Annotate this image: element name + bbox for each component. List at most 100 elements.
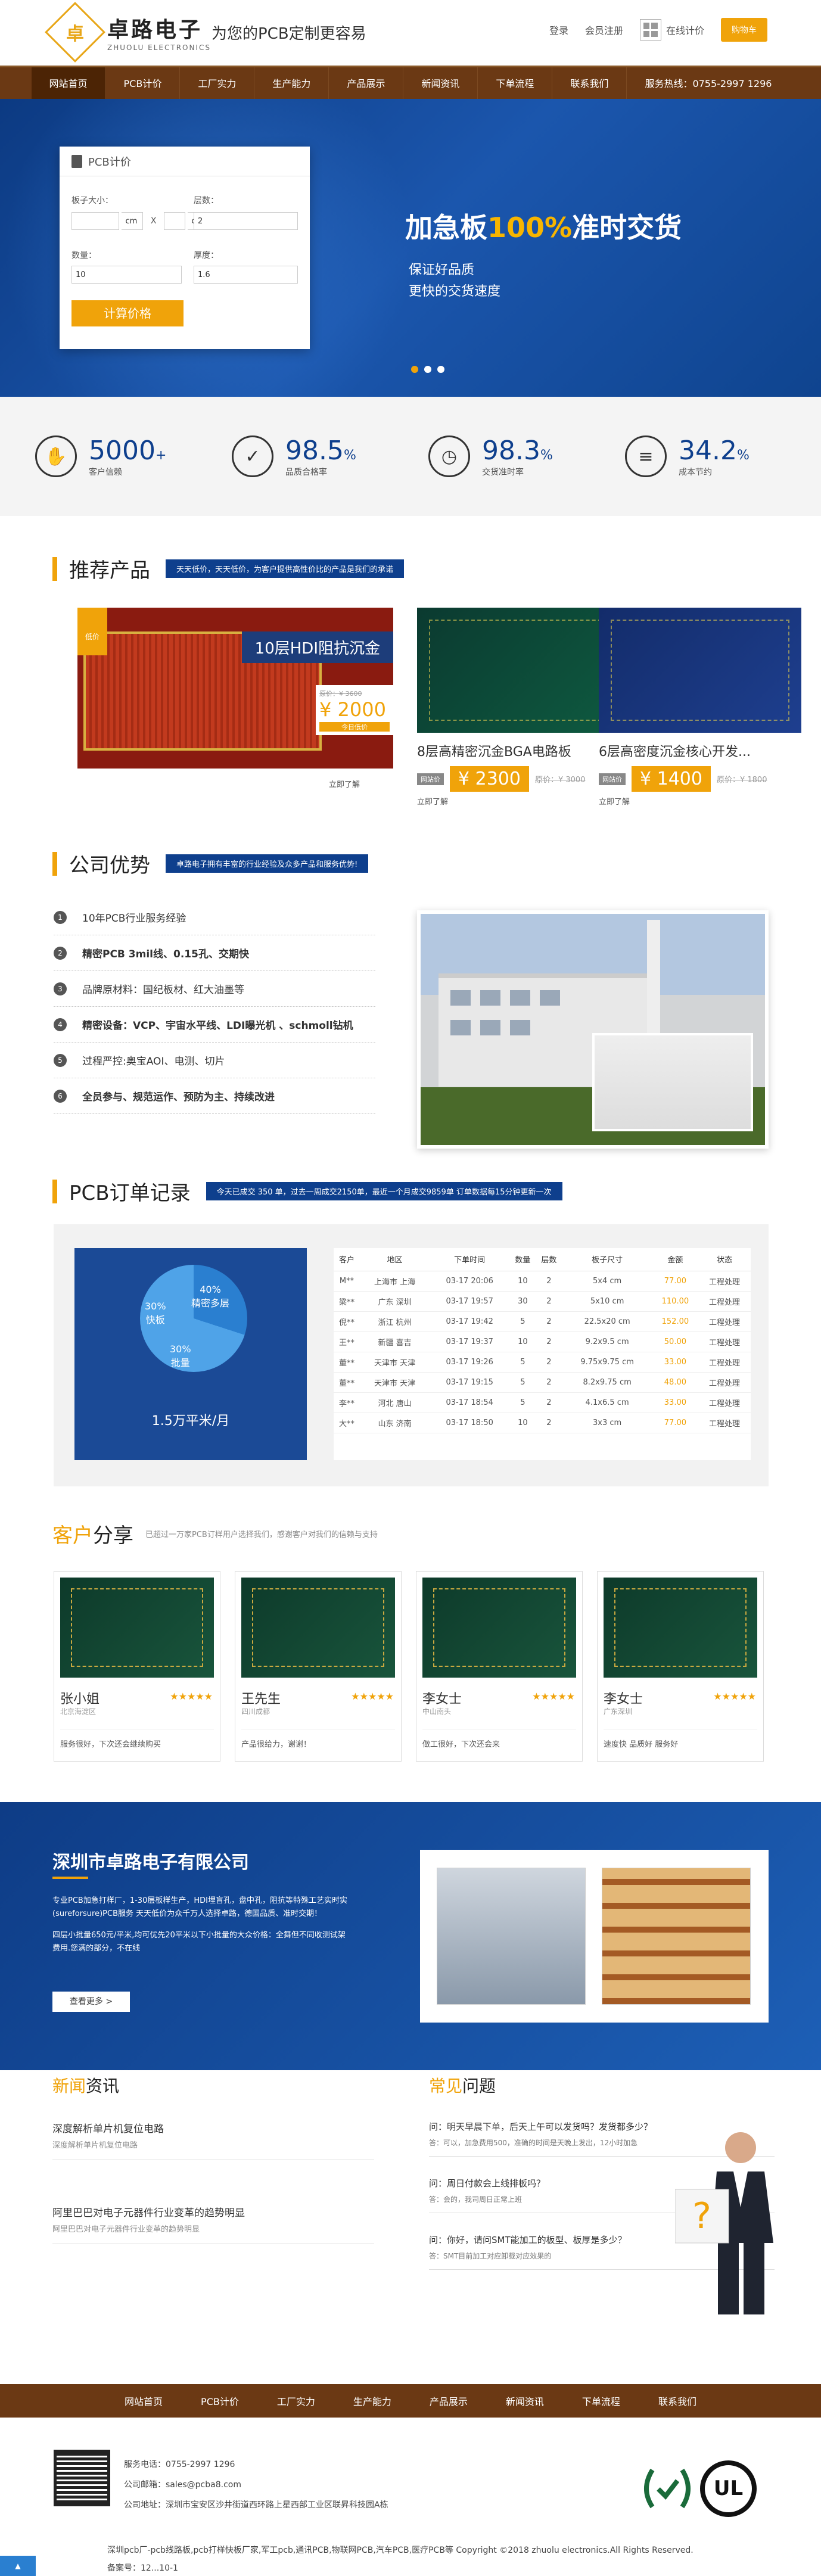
register-link[interactable]: 会员注册: [585, 23, 623, 37]
nav-item-news[interactable]: 新闻资讯: [403, 67, 478, 101]
logo-en: ZHUOLU ELECTRONICS: [107, 43, 212, 52]
product-details-link[interactable]: 立即了解: [417, 795, 620, 807]
customer-comment: 做工很好，下次还会来: [422, 1729, 576, 1749]
banner-dot[interactable]: [437, 366, 444, 373]
stat-value: 98.3: [482, 435, 540, 466]
news-item[interactable]: 深度解析单片机复位电路 深度解析单片机复位电路: [52, 2112, 374, 2160]
certification-laurel-icon: [644, 2468, 691, 2509]
customer-review-card[interactable]: 李女士 ★★★★★ 广东深圳 速度快 品质好 服务好: [597, 1571, 764, 1762]
stat-value: 98.5: [285, 435, 344, 466]
table-cell: 48.00: [652, 1372, 698, 1393]
table-row: M** 上海市 上海 03-17 20:06 10 2 5x4 cm 77.00 工程处理: [334, 1271, 751, 1292]
logo[interactable]: 卓 卓路电子 ZHUOLU ELECTRONICS: [45, 2, 212, 63]
table-cell: 河北 唐山: [360, 1392, 430, 1413]
section-tag: 已超过一万家PCB订样用户选择我们，感谢客户对我们的信赖与支持: [145, 1530, 378, 1539]
table-cell: 50.00: [652, 1331, 698, 1352]
news-item[interactable]: 阿里巴巴对电子元器件行业变革的趋势明显 阿里巴巴对电子元器件行业变革的趋势明显: [52, 2196, 374, 2244]
capacity-pie: 30% 快板 40% 精密多层 30% 批量 1.5万平米/月: [74, 1248, 307, 1460]
customer-pcb-image: [241, 1578, 395, 1678]
online-quote-link[interactable]: 在线计价: [639, 19, 704, 41]
table-header: 地区: [360, 1248, 430, 1271]
product-details-link[interactable]: 立即了解: [599, 795, 801, 807]
nav-item-products[interactable]: 产品展示: [329, 67, 404, 101]
stat-item: ✓ 98.5% 品质合格率: [232, 435, 393, 478]
table-cell: 工程处理: [698, 1291, 751, 1312]
table-cell: 03-17 19:37: [430, 1331, 510, 1352]
stat-label: 客户信赖: [89, 467, 122, 477]
product-image: [599, 608, 801, 733]
layers-select[interactable]: 2: [194, 212, 298, 230]
nav-item-home[interactable]: 网站首页: [31, 67, 106, 101]
product-card[interactable]: 6层高密度沉金核心开发... 网站价 ¥ 1400 原价：¥ 1800 立即了解: [599, 608, 801, 807]
customer-location: 中山南头: [422, 1707, 452, 1716]
product-name: 8层高精密沉金BGA电路板: [417, 745, 571, 760]
table-cell: 上海市 上海: [360, 1271, 430, 1292]
table-cell: 工程处理: [698, 1271, 751, 1292]
thickness-select[interactable]: 1.6: [194, 266, 298, 284]
table-cell: 03-17 19:26: [430, 1352, 510, 1373]
company-intro: 深圳市卓路电子有限公司 专业PCB加急打样厂，1-30层板样生产，HDI埋盲孔，…: [0, 1802, 821, 2070]
banner-dot[interactable]: [424, 366, 431, 373]
nav-item-order-process[interactable]: 下单流程: [478, 67, 553, 101]
footer-nav-item[interactable]: 生产能力: [334, 2394, 410, 2408]
back-to-top-button[interactable]: ▲: [0, 2556, 36, 2576]
footer-nav-item[interactable]: 网站首页: [105, 2394, 182, 2408]
table-cell: 广东 深圳: [360, 1291, 430, 1312]
footer-nav-item[interactable]: PCB计价: [182, 2394, 258, 2408]
table-cell: 5: [509, 1372, 536, 1393]
featured-product[interactable]: 10层HDI阻抗沉金 低价 原价：¥ 3600 ¥ 2000 今日低价: [77, 608, 393, 769]
advantage-item: 1 10年PCB行业服务经验: [54, 900, 375, 935]
footer-email[interactable]: 公司邮箱：sales@pcba8.com: [124, 2475, 388, 2495]
footer-nav-item[interactable]: 下单流程: [563, 2394, 639, 2408]
quantity-select[interactable]: 10: [71, 266, 182, 284]
view-more-button[interactable]: 查看更多 >: [52, 1992, 130, 2012]
size-width-unit: cm: [122, 212, 144, 230]
featured-details-link[interactable]: 立即了解: [329, 778, 360, 789]
logo-mark: 卓: [45, 2, 105, 63]
footer-nav-item[interactable]: 新闻资讯: [487, 2394, 563, 2408]
featured-price-box: 原价：¥ 3600 ¥ 2000 今日低价: [316, 685, 393, 735]
clock-icon: ◷: [428, 435, 470, 477]
cart-button[interactable]: 购物车: [721, 18, 767, 42]
customer-review-card[interactable]: 王先生 ★★★★★ 四川成都 产品很给力，谢谢！: [235, 1571, 402, 1762]
qr-code: [54, 2450, 110, 2506]
login-link[interactable]: 登录: [549, 23, 568, 37]
product-card[interactable]: 8层高精密沉金BGA电路板 网站价 ¥ 2300 原价：¥ 3000 立即了解: [417, 608, 620, 807]
nav-item-contact[interactable]: 联系我们: [552, 67, 627, 101]
size-height-input[interactable]: [163, 212, 185, 230]
logo-name: 卓路电子: [107, 18, 203, 42]
header: 卓 卓路电子 ZHUOLU ELECTRONICS 为您的PCB定制更容易 登录…: [0, 0, 821, 66]
table-cell: 2: [536, 1271, 562, 1292]
nav-item-capability[interactable]: 生产能力: [254, 67, 329, 101]
hero-banner: PCB计价 板子大小： cm X cm 层数： 2 数量： 10 厚度： 1.6…: [0, 99, 821, 397]
table-cell: 10: [509, 1271, 536, 1292]
size-width-input[interactable]: [71, 212, 119, 230]
calculate-price-button[interactable]: 计算价格: [71, 300, 184, 326]
footer-nav-item[interactable]: 联系我们: [639, 2394, 716, 2408]
stat-item: ≡ 34.2% 成本节约: [625, 435, 786, 478]
icp-number: 备案号：12...10-1: [107, 2563, 178, 2573]
table-cell: 5x4 cm: [562, 1271, 652, 1292]
banner-dot[interactable]: [411, 366, 418, 373]
nav-item-pcb-quote[interactable]: PCB计价: [106, 67, 181, 101]
ul-certification-icon: UL: [700, 2460, 757, 2517]
recommend-heading: 推荐产品 天天低价，天天低价，为客户提供高性价比的产品是我们的承诺: [52, 554, 405, 583]
shield-icon: ✓: [232, 435, 273, 477]
table-header: 层数: [536, 1248, 562, 1271]
low-price-badge: 低价: [77, 608, 107, 655]
customer-review-card[interactable]: 张小姐 ★★★★★ 北京海淀区 服务很好，下次还会继续购买: [54, 1571, 220, 1762]
featured-product-image: 10层HDI阻抗沉金 低价 原价：¥ 3600 ¥ 2000 今日低价: [77, 608, 393, 769]
table-cell: 152.00: [652, 1311, 698, 1332]
table-cell: 9.75x9.75 cm: [562, 1352, 652, 1373]
footer-nav-item[interactable]: 产品展示: [410, 2394, 487, 2408]
nav-item-factory[interactable]: 工厂实力: [180, 67, 255, 101]
section-title: 公司优势: [69, 854, 150, 878]
footer-nav-item[interactable]: 工厂实力: [258, 2394, 334, 2408]
customer-name: 张小姐: [60, 1692, 100, 1707]
customer-review-card[interactable]: 李女士 ★★★★★ 中山南头 做工很好，下次还会来: [416, 1571, 583, 1762]
table-cell: 浙江 杭州: [360, 1311, 430, 1332]
layers-label: 层数：: [194, 196, 219, 206]
stats-bar: ✋ 5000+ 客户信赖 ✓ 98.5% 品质合格率 ◷ 98.3% 交货准时率 ≡ 34.…: [0, 397, 821, 516]
banner-subtitle: 保证好品质 更快的交货速度: [409, 263, 501, 299]
footer-nav: 网站首页 PCB计价 工厂实力 生产能力 产品展示 新闻资讯 下单流程 联系我们: [0, 2384, 821, 2418]
